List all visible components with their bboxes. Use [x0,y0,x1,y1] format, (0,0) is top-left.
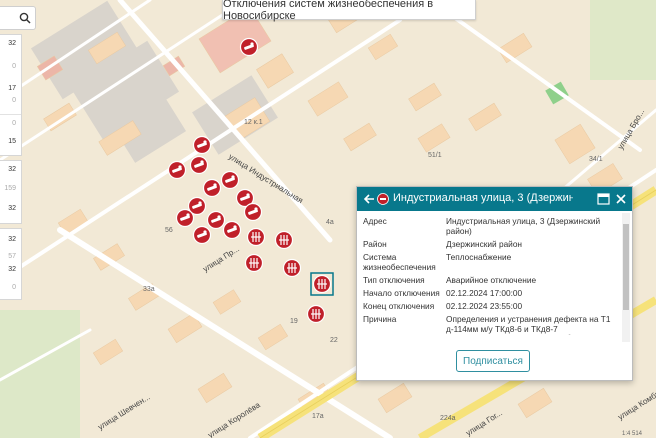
scrollbar-thumb[interactable] [623,224,629,310]
page-title: Отключения систем жизнеобеспечения в Нов… [222,0,476,22]
house-number: 19 [290,318,298,325]
heat-outage-icon[interactable] [243,202,263,222]
field-value: Индустриальная улица, 3 (Дзержинский рай… [446,216,601,236]
heat-outage-icon[interactable] [192,135,212,155]
stats-panel-2: 32 159 32 [0,160,22,224]
house-number: 17а [312,413,324,420]
stat-value: 32 [8,266,16,273]
popup-row: Причина Определения и устранения дефекта … [363,314,610,335]
field-label: Причина [363,314,397,324]
heat-outage-icon [377,193,389,205]
stat-value: 17 [8,85,16,92]
stat-value: 32 [8,166,16,173]
house-number: 51/1 [428,152,442,159]
popup-title: Индустриальная улица, 3 (Дзержинский рай… [393,192,573,204]
stats-panel-1: 32 0 17 0 0 15 [0,34,22,156]
field-label: Район [363,239,387,249]
heat-outage-icon[interactable] [167,160,187,180]
popup-row: Конец отключения 02.12.2024 23:55:00 [363,301,522,312]
heat-outage-icon[interactable] [202,178,222,198]
water-outage-icon[interactable] [282,258,302,278]
house-number: 4а [326,219,334,226]
stats-panel-3: 32 57 32 0 [0,228,22,300]
close-icon[interactable] [615,193,627,205]
field-label: Система жизнеобеспечения [363,252,436,272]
house-number: 34/1 [589,156,603,163]
subscribe-button[interactable]: Подписаться [456,350,530,372]
house-number: 22 [330,337,338,344]
stat-value: 0 [12,120,16,127]
house-number: 33а [143,286,155,293]
field-label: Начало отключения [363,288,440,298]
expand-icon[interactable] [597,193,610,205]
stat-value: 0 [12,63,16,70]
heat-outage-icon[interactable] [239,37,259,57]
heat-outage-icon[interactable] [206,210,226,230]
popup-row: Система жизнеобеспечения Теплоснабжение [363,252,511,272]
popup-row: Район Дзержинский район [363,239,522,250]
popup-row: Тип отключения Аварийное отключение [363,275,536,286]
heat-outage-icon[interactable] [220,170,240,190]
popup-row: Адрес Индустриальная улица, 3 (Дзержински… [363,216,600,235]
heat-outage-icon[interactable] [175,208,195,228]
stat-value: 57 [8,253,16,260]
house-number: 224а [440,415,456,422]
house-number: 56 [165,227,173,234]
popup-scrollbar[interactable] [622,213,630,342]
popup-row: Начало отключения 02.12.2024 17:00:00 [363,288,522,299]
stat-value: 32 [8,40,16,47]
field-value: Определения и устранения дефекта на Т1 д… [446,314,611,335]
popup-body[interactable]: Адрес Индустриальная улица, 3 (Дзержински… [357,211,622,335]
field-label: Конец отключения [363,301,435,311]
search-icon [19,12,31,24]
heat-outage-icon[interactable] [222,220,242,240]
stat-value: 0 [12,284,16,291]
house-number: 12 к.1 [244,119,263,126]
water-outage-icon[interactable] [312,274,332,294]
arrow-left-icon[interactable] [363,193,375,205]
field-value: Аварийное отключение [446,275,537,285]
stat-value: 0 [12,97,16,104]
stat-value: 32 [8,236,16,243]
field-value: Дзержинский район [446,239,523,249]
heat-outage-icon[interactable] [192,225,212,245]
water-outage-icon[interactable] [306,304,326,324]
water-outage-icon[interactable] [244,253,264,273]
search-button[interactable] [0,6,36,30]
stat-value: 32 [8,205,16,212]
popup-header: Индустриальная улица, 3 (Дзержинский рай… [357,187,632,211]
stat-value: 159 [4,185,16,192]
field-value: Теплоснабжение [446,252,512,262]
stat-value: 15 [8,138,16,145]
water-outage-icon[interactable] [246,227,266,247]
field-label: Адрес [363,216,387,226]
outage-popup: Индустриальная улица, 3 (Дзержинский рай… [356,186,633,381]
field-value: 02.12.2024 17:00:00 [446,288,523,298]
field-label: Тип отключения [363,275,425,285]
water-outage-icon[interactable] [274,230,294,250]
heat-outage-icon[interactable] [189,155,209,175]
field-value: 02.12.2024 23:55:00 [446,301,523,311]
map-scale: 1:4 514 [622,431,643,437]
